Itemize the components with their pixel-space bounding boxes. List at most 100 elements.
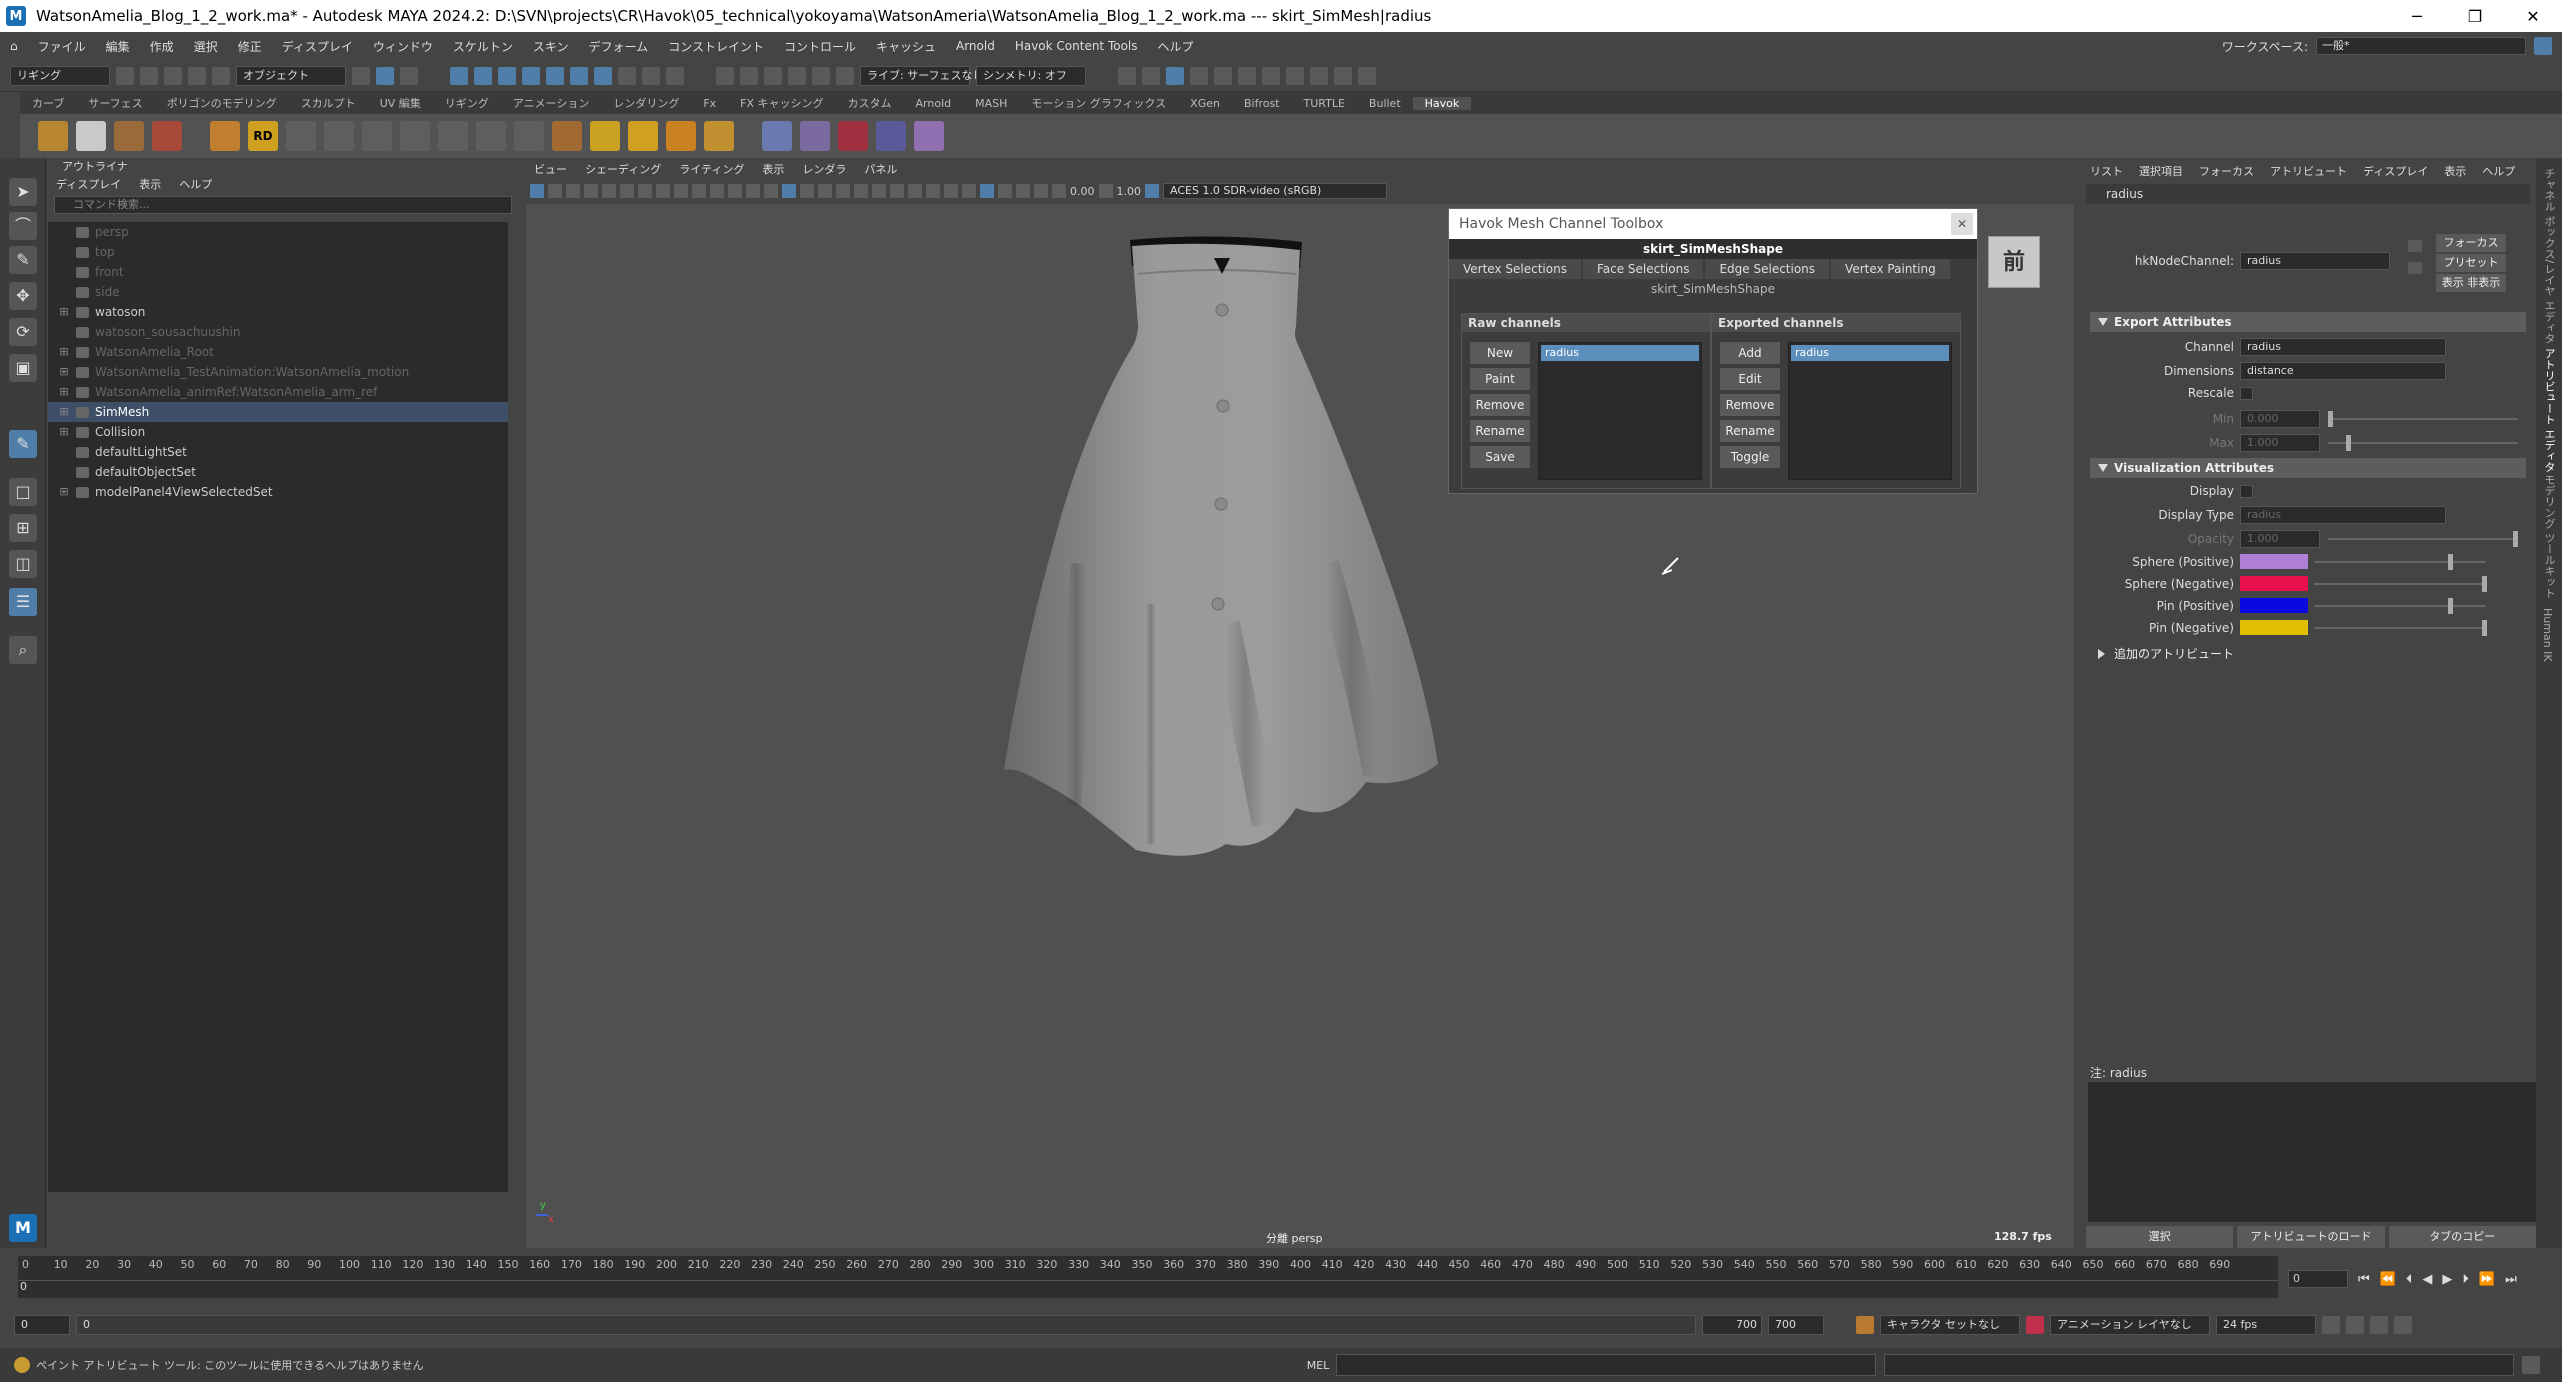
- xray-icon[interactable]: [980, 184, 994, 198]
- havok-paint-icon[interactable]: [838, 121, 868, 151]
- anim-layer-dropdown[interactable]: アニメーション レイヤなし: [2050, 1315, 2210, 1335]
- vp-menu-view[interactable]: ビュー: [534, 161, 567, 177]
- color-swatch[interactable]: [2240, 620, 2308, 635]
- menu-modify[interactable]: 修正: [228, 38, 272, 55]
- menu-cache[interactable]: キャッシュ: [866, 38, 946, 55]
- select-curve-icon[interactable]: [498, 66, 516, 85]
- havok-cloth-icon[interactable]: [152, 121, 182, 151]
- ae-load-attributes-button[interactable]: アトリビュートのロード: [2237, 1226, 2385, 1248]
- shelf-tab-arnold[interactable]: Arnold: [904, 97, 964, 110]
- pause-icon[interactable]: [1358, 66, 1376, 85]
- range-end-inner-field[interactable]: 700: [1702, 1315, 1762, 1335]
- field-chart-icon[interactable]: [710, 184, 724, 198]
- ae-menu-show[interactable]: 表示: [2444, 163, 2466, 179]
- shadows-icon[interactable]: [872, 184, 886, 198]
- maximize-button[interactable]: ❐: [2446, 7, 2504, 26]
- outliner-row[interactable]: defaultObjectSet: [48, 462, 508, 482]
- anim-layer-icon[interactable]: [2026, 1316, 2044, 1334]
- camera-attr-icon[interactable]: [548, 184, 562, 198]
- four-view-icon[interactable]: ⊞: [9, 514, 37, 542]
- menu-set-dropdown[interactable]: リギング: [10, 65, 110, 86]
- exposure-icon[interactable]: [1052, 184, 1066, 198]
- havok-filter-icon[interactable]: [76, 121, 106, 151]
- exported-channel-item[interactable]: radius: [1791, 345, 1949, 361]
- auto-key-icon[interactable]: [1856, 1316, 1874, 1334]
- ae-menu-attributes[interactable]: アトリビュート: [2270, 163, 2347, 179]
- notes-field[interactable]: [2088, 1082, 2538, 1222]
- textured-icon[interactable]: [836, 184, 850, 198]
- shelf-tab-bifrost[interactable]: Bifrost: [1232, 97, 1292, 110]
- component-mode-icon[interactable]: [400, 66, 418, 85]
- snap-curve-icon[interactable]: [740, 66, 758, 85]
- ae-menu-selected[interactable]: 選択項目: [2139, 163, 2183, 179]
- shelf-tab-rendering[interactable]: レンダリング: [601, 95, 691, 111]
- raw-channel-item[interactable]: radius: [1541, 345, 1699, 361]
- two-view-icon[interactable]: ◫: [9, 550, 37, 578]
- display-type-dropdown[interactable]: radius: [2240, 506, 2446, 524]
- input-output-icon[interactable]: [1118, 66, 1136, 85]
- select-misc-icon[interactable]: [618, 66, 636, 85]
- select-deform-icon[interactable]: [546, 66, 564, 85]
- shelf-tab-fx[interactable]: Fx: [691, 97, 728, 110]
- expand-icon[interactable]: ⊞: [56, 402, 72, 422]
- outliner-menu-show[interactable]: 表示: [139, 176, 161, 194]
- snap-projected-icon[interactable]: [788, 66, 806, 85]
- shelf-tab-xgen[interactable]: XGen: [1178, 97, 1232, 110]
- expand-icon[interactable]: ⊞: [56, 342, 72, 362]
- exported-edit-button[interactable]: Edit: [1720, 368, 1780, 390]
- loop-icon[interactable]: [2322, 1316, 2340, 1334]
- view-cube[interactable]: 前: [1988, 236, 2040, 288]
- bookmark-icon[interactable]: [566, 184, 580, 198]
- toolbox-close-button[interactable]: ✕: [1951, 213, 1973, 235]
- menu-constrain[interactable]: コンストレイント: [658, 38, 774, 55]
- toolbox-titlebar[interactable]: Havok Mesh Channel Toolbox ✕: [1449, 209, 1977, 239]
- vp-menu-renderer[interactable]: レンダラ: [802, 161, 846, 177]
- max-slider[interactable]: [2328, 435, 2518, 451]
- expand-icon[interactable]: ⊞: [56, 382, 72, 402]
- ae-preset-icon[interactable]: [2408, 262, 2422, 274]
- shelf-tab-motion-graphics[interactable]: モーション グラフィックス: [1019, 95, 1178, 111]
- tab-vertex-selections[interactable]: Vertex Selections: [1449, 259, 1581, 279]
- workspace-dropdown[interactable]: 一般*: [2316, 37, 2526, 55]
- view-transform-dropdown[interactable]: ACES 1.0 SDR-video (sRGB): [1163, 183, 1387, 199]
- vp-menu-shading[interactable]: シェーディング: [585, 161, 661, 177]
- outliner-row[interactable]: watoson_sousachuushin: [48, 322, 508, 342]
- time-slider[interactable]: 0 10 20 30 40 50 60 70 80 90 100 110 120 130 140 150 160…: [18, 1256, 2278, 1298]
- vp-menu-lighting[interactable]: ライティング: [679, 161, 744, 177]
- ae-copy-tab-button[interactable]: タブのコピー: [2388, 1226, 2536, 1248]
- ae-menu-focus[interactable]: フォーカス: [2199, 163, 2254, 179]
- anti-aliasing-icon[interactable]: [926, 184, 940, 198]
- outliner-row[interactable]: side: [48, 282, 508, 302]
- select-dynamic-icon[interactable]: [570, 66, 588, 85]
- snap-point-icon[interactable]: [764, 66, 782, 85]
- color-slider[interactable]: [2314, 575, 2487, 592]
- color-slider[interactable]: [2314, 553, 2486, 570]
- rotate-tool-icon[interactable]: ⟳: [9, 318, 37, 346]
- arnold-snapshot-icon[interactable]: [1334, 66, 1352, 85]
- outliner-menu-help[interactable]: ヘルプ: [179, 176, 212, 194]
- havok-pin-icon[interactable]: [704, 121, 734, 151]
- wireframe-icon[interactable]: [764, 184, 778, 198]
- ae-menu-list[interactable]: リスト: [2090, 163, 2123, 179]
- depth-of-field-icon[interactable]: [944, 184, 958, 198]
- ae-show-hide-button[interactable]: 表示 非表示: [2436, 274, 2506, 292]
- menu-select[interactable]: 選択: [184, 38, 228, 55]
- color-management-icon[interactable]: [1145, 184, 1159, 198]
- undo-icon[interactable]: [188, 66, 206, 85]
- ae-node-tab[interactable]: radius: [2086, 184, 2530, 204]
- modeling-toolkit-tab[interactable]: モデリング ツールキット: [2541, 474, 2557, 599]
- film-gate-icon[interactable]: [656, 184, 670, 198]
- attribute-editor-tab[interactable]: アトリビュート エディタ: [2541, 348, 2557, 473]
- havok-channel-icon[interactable]: [800, 121, 830, 151]
- havok-preview-icon[interactable]: [114, 121, 144, 151]
- render-view-icon[interactable]: [1190, 66, 1208, 85]
- home-icon[interactable]: ⌂: [0, 39, 28, 53]
- min-field[interactable]: 0.000: [2240, 410, 2320, 428]
- lock-icon[interactable]: [2534, 37, 2552, 55]
- lock-selection-icon[interactable]: [642, 66, 660, 85]
- go-to-start-icon[interactable]: ⏮: [2358, 1272, 2370, 1287]
- xray-joints-icon[interactable]: [998, 184, 1012, 198]
- menu-skeleton[interactable]: スケルトン: [443, 38, 523, 55]
- expand-icon[interactable]: ⊞: [56, 482, 72, 502]
- fps-dropdown[interactable]: 24 fps: [2216, 1315, 2316, 1335]
